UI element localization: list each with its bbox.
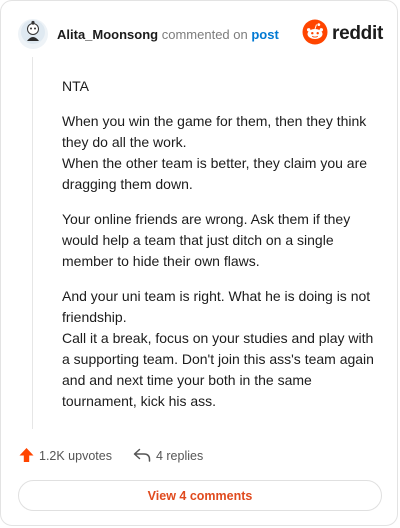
- comment-line: NTA: [62, 78, 89, 94]
- comment-line: When you win the game for them, then the…: [62, 113, 367, 150]
- reddit-logo-icon: [302, 19, 328, 50]
- comment-line: When the other team is better, they clai…: [62, 155, 368, 192]
- reddit-brand[interactable]: reddit: [302, 19, 383, 50]
- comment-line: And your uni team is right. What he is d…: [62, 288, 371, 325]
- comment-paragraph: NTA: [62, 76, 380, 97]
- comment-line: Your online friends are wrong. Ask them …: [62, 211, 351, 269]
- comment-actions: 1.2K upvotes 4 replies: [19, 445, 203, 467]
- comment-paragraph: And your uni team is right. What he is d…: [62, 286, 380, 412]
- reddit-wordmark: reddit: [332, 23, 383, 44]
- upvote-count: 1.2K upvotes: [39, 449, 112, 463]
- comment-meta: Alita_Moonsong commented on post: [57, 27, 279, 42]
- upvote-button[interactable]: 1.2K upvotes: [19, 447, 112, 466]
- reply-button[interactable]: 4 replies: [133, 448, 203, 465]
- view-comments-button[interactable]: View 4 comments: [18, 480, 382, 511]
- comment-card: Alita_Moonsong commented on post reddit: [0, 0, 398, 526]
- snoo-avatar-icon: [20, 19, 46, 50]
- comment-paragraph: Your online friends are wrong. Ask them …: [62, 209, 380, 272]
- user-avatar[interactable]: [18, 19, 48, 49]
- reply-count: 4 replies: [155, 449, 204, 463]
- username-link[interactable]: Alita_Moonsong: [57, 27, 158, 42]
- comment-body: NTA When you win the game for them, then…: [62, 76, 380, 426]
- commented-on-text: commented on: [161, 26, 248, 42]
- post-link[interactable]: post: [251, 27, 278, 42]
- reply-arrow-icon: [133, 448, 156, 465]
- upvote-arrow-icon: [19, 447, 39, 466]
- comment-paragraph: When you win the game for them, then the…: [62, 111, 380, 195]
- thread-line[interactable]: [32, 57, 33, 429]
- comment-header: Alita_Moonsong commented on post reddit: [18, 17, 383, 51]
- comment-line: Call it a break, focus on your studies a…: [62, 330, 374, 409]
